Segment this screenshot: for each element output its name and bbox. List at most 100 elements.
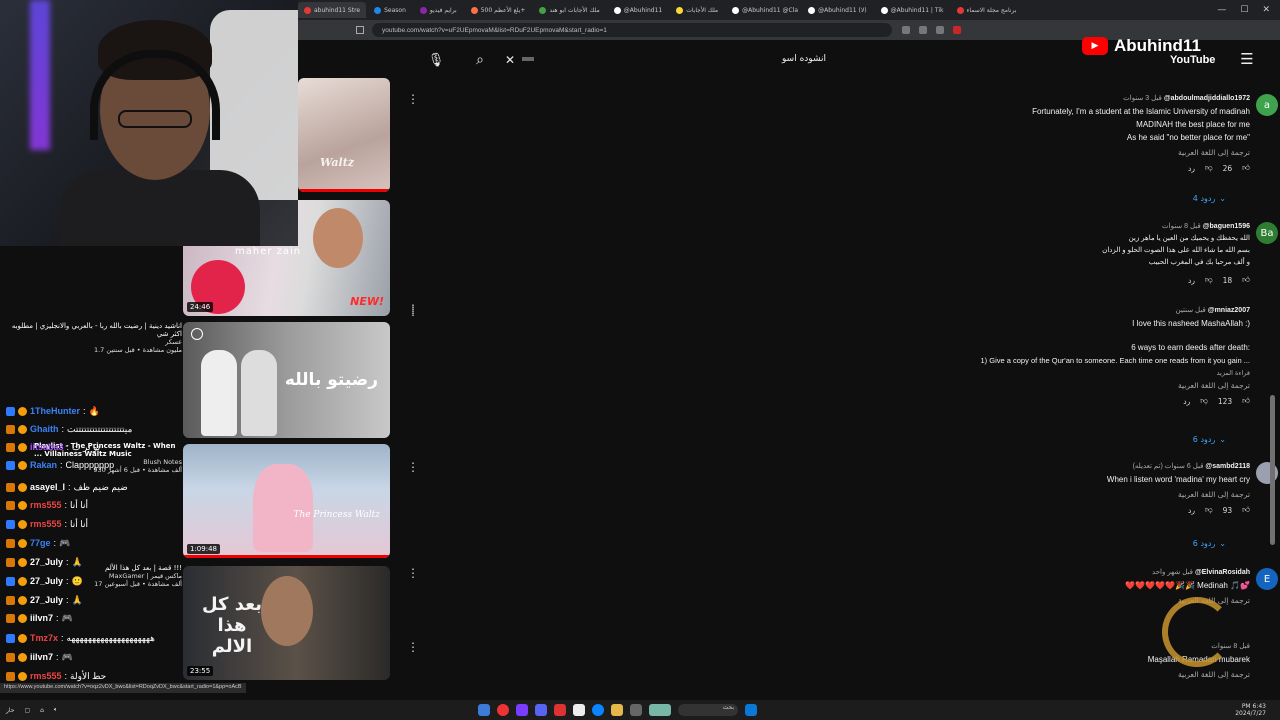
extension-icon[interactable] [936,26,944,34]
hamburger-icon[interactable]: ☰ [1238,50,1256,68]
chat-username[interactable]: asayel_l [30,482,65,492]
chat-username[interactable]: 77ge [30,538,51,548]
app-icon[interactable] [630,704,642,716]
clock-icon[interactable] [191,328,203,340]
search-input[interactable] [538,48,828,70]
more-options-icon[interactable]: ⋮ [407,460,419,474]
extension-icon[interactable] [953,26,961,34]
app-icon[interactable] [516,704,528,716]
more-options-icon[interactable]: ⋮ [407,566,419,580]
browser-tab[interactable]: @Abuhind11 [608,2,668,18]
like-icon[interactable]: 👍︎ [1242,396,1250,406]
translate-link[interactable]: ترجمة إلى اللغة العربية [870,670,1250,679]
chat-username[interactable]: rms555 [30,519,62,529]
more-options-icon[interactable]: ⋮ [407,92,419,106]
more-options-icon[interactable]: ⋮ [407,640,419,654]
translate-link[interactable]: ترجمة إلى اللغة العربية [870,490,1250,499]
discord-icon[interactable] [535,704,547,716]
chat-username[interactable]: rms555 [30,671,62,681]
browser-tab[interactable]: ملك الأجابات [670,2,724,18]
taskbar-search[interactable]: بحث [678,704,738,716]
folder-icon[interactable] [611,704,623,716]
close-icon[interactable]: ✕ [1262,5,1270,15]
search-icon[interactable]: ⌕ [468,48,492,72]
view-replies-button[interactable]: 6 ردود ⌄ [1193,539,1226,548]
avatar[interactable]: Ba [1256,222,1278,244]
browser-tab[interactable]: @Abuhind11 (لا) [802,2,872,18]
chat-username[interactable]: Rakan [30,460,57,470]
person-figure [241,350,277,436]
comment-time: قبل 3 سنوات [1123,95,1162,102]
comment-author[interactable]: @abdoulmadjiddiallo1972 [1164,95,1250,102]
video-thumbnail[interactable]: رضيتو بالله [183,322,390,438]
maximize-icon[interactable]: ☐ [1240,5,1248,15]
chat-username[interactable]: 1TheHunter [30,406,80,416]
clear-search-icon[interactable]: ✕ [498,48,522,72]
video-card[interactable]: اناشيد دينية | رضيت بالله ربا - بالعربي … [4,322,182,354]
dislike-icon[interactable]: 👎︎ [1205,275,1213,285]
comment-author[interactable]: @sambd2118 [1205,463,1250,470]
translate-link[interactable]: ترجمة إلى اللغة العربية [870,148,1250,157]
chat-username[interactable]: iitsaba3 [30,442,64,452]
chat-text: أنا أنا [70,499,89,510]
chat-username[interactable]: 27_July [30,557,63,567]
page-scrollbar[interactable] [1270,395,1275,545]
volume-icon[interactable]: 🔈︎ [54,706,58,714]
like-icon[interactable]: 👍︎ [1242,275,1250,285]
app-icon[interactable] [478,704,490,716]
weather-widget[interactable]: حار [6,707,14,714]
comment-author[interactable]: @ElvinaRosidah [1195,569,1250,576]
comment-author[interactable]: @mniaz2007 [1208,307,1250,314]
app-icon[interactable] [554,704,566,716]
avatar[interactable]: a [1256,94,1278,116]
extension-icon[interactable] [902,26,910,34]
video-thumbnail[interactable]: بعد كل هذا الالم 23:55 [183,566,390,680]
browser-tab[interactable]: @Abuhind11 | Tik [875,2,949,18]
url-field[interactable]: youtube.com/watch?v=uF2UEpmovaM&list=RDu… [372,23,892,37]
voice-search-icon[interactable]: 🎙 [424,48,448,72]
chat-username[interactable]: iilvn7 [30,613,53,623]
chat-username[interactable]: 27_July [30,576,63,586]
app-icon[interactable] [649,704,671,716]
browser-tab[interactable]: برايم فيديو [414,2,463,18]
network-icon[interactable]: ⌂ [40,707,44,714]
view-replies-button[interactable]: 6 ردود ⌄ [1193,435,1226,444]
chat-username[interactable]: Tmz7x [30,633,58,643]
dislike-icon[interactable]: 👎︎ [1205,163,1213,173]
more-options-icon[interactable]: ⋮ [407,302,419,316]
reply-button[interactable]: رد [1188,506,1195,515]
edge-icon[interactable] [592,704,604,716]
dislike-icon[interactable]: 👎︎ [1205,505,1213,515]
browser-tab[interactable]: ملك الأجابات ابو هند [533,2,605,18]
browser-tab[interactable]: @Abuhind11 @Cla [726,2,800,18]
dislike-icon[interactable]: 👎︎ [1200,396,1208,406]
bookmark-icon[interactable] [356,26,364,34]
video-thumbnail[interactable]: The Princess Waltz 1:09:48 [183,444,390,558]
reply-button[interactable]: رد [1188,164,1195,173]
chat-username[interactable]: 27_July [30,595,63,605]
notification-icon[interactable]: ▢ [24,707,30,714]
start-icon[interactable] [745,704,757,716]
avatar[interactable]: E [1256,568,1278,590]
app-icon[interactable] [497,704,509,716]
view-replies-button[interactable]: 4 ردود ⌄ [1193,194,1226,203]
app-icon[interactable] [573,704,585,716]
browser-tab[interactable]: Season [368,2,412,18]
video-thumbnail[interactable]: Waltz [298,78,390,192]
reply-button[interactable]: رد [1183,397,1190,406]
reply-button[interactable]: رد [1188,276,1195,285]
comment-author[interactable]: @baguen1596 [1203,223,1250,230]
minimize-icon[interactable]: — [1217,5,1226,15]
extension-icon[interactable] [919,26,927,34]
browser-tab[interactable]: يلع الأعظم 500+ [465,2,532,18]
like-icon[interactable]: 👍︎ [1242,505,1250,515]
browser-tab[interactable]: abuhind11 Stre [298,2,367,18]
browser-tab[interactable]: برنامج مجلة الاسماء [951,2,1023,18]
like-icon[interactable]: 👍︎ [1242,163,1250,173]
chat-username[interactable]: rms555 [30,500,62,510]
chat-username[interactable]: iilvn7 [30,652,53,662]
clock[interactable]: PM 6:43 2024/7/27 [1235,703,1266,717]
read-more-link[interactable]: قراءة المزيد [870,369,1250,377]
translate-link[interactable]: ترجمة إلى اللغة العربية [870,381,1250,390]
chat-username[interactable]: Ghaith [30,424,59,434]
